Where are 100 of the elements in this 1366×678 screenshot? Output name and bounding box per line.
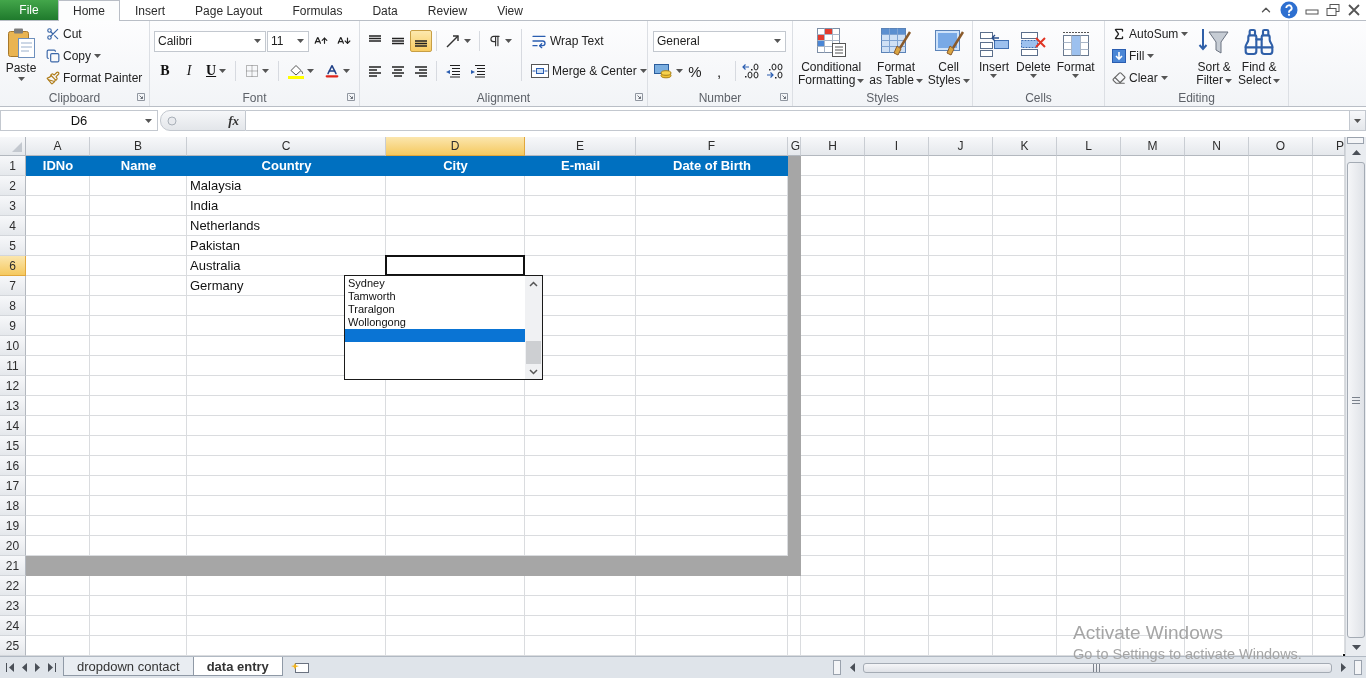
comma-button[interactable]: , (708, 60, 730, 82)
table-styles-button[interactable]: Format as Table (867, 23, 925, 89)
sort-filter-button[interactable]: Sort & Filter (1194, 23, 1235, 89)
scroll-up-icon[interactable] (1351, 150, 1361, 155)
scroll-right-icon[interactable] (1340, 663, 1346, 672)
ribbon-tab[interactable]: Page Layout (180, 0, 278, 21)
row-header[interactable]: 8 (0, 296, 26, 316)
row-header[interactable]: 3 (0, 196, 26, 216)
find-select-button[interactable]: Find & Select (1236, 23, 1283, 89)
scroll-thumb[interactable] (526, 341, 541, 364)
sheet-tab[interactable]: data entry (192, 657, 283, 676)
split-handle[interactable] (1347, 137, 1364, 144)
column-header[interactable]: C (187, 137, 386, 156)
sheet-tab[interactable]: dropdown contact (63, 657, 194, 676)
row-header[interactable]: 25 (0, 636, 26, 656)
row-header[interactable]: 1 (0, 156, 26, 176)
font-name-field[interactable]: Calibri (154, 30, 266, 52)
name-box[interactable]: D6 (0, 110, 158, 131)
restore-icon[interactable] (1326, 4, 1340, 16)
ribbon-tab[interactable]: Data (357, 0, 413, 21)
expand-formula-button[interactable] (1350, 110, 1366, 131)
row-header[interactable]: 18 (0, 496, 26, 516)
first-sheet-icon[interactable] (6, 662, 14, 672)
file-tab[interactable]: File (0, 0, 58, 20)
copy-button[interactable]: Copy (42, 45, 105, 67)
split-handle[interactable] (833, 660, 841, 675)
row-header[interactable]: 7 (0, 276, 26, 296)
row-header[interactable]: 16 (0, 456, 26, 476)
row-header[interactable]: 19 (0, 516, 26, 536)
dialog-launcher-icon[interactable] (780, 93, 788, 101)
column-header[interactable]: M (1121, 137, 1185, 156)
scroll-thumb[interactable] (1347, 162, 1365, 638)
column-header[interactable]: F (636, 137, 788, 156)
clear-button[interactable]: Clear (1108, 67, 1172, 89)
row-header[interactable]: 11 (0, 356, 26, 376)
ribbon-tab[interactable]: View (482, 0, 538, 21)
font-size-field[interactable]: 11 (267, 30, 309, 52)
percent-button[interactable]: % (684, 60, 706, 82)
column-header[interactable]: J (929, 137, 993, 156)
selected-cell[interactable] (385, 255, 525, 276)
scroll-down-icon[interactable] (1351, 645, 1361, 650)
next-sheet-icon[interactable] (35, 662, 40, 672)
column-header[interactable]: I (865, 137, 929, 156)
list-item[interactable]: Tamworth (345, 290, 525, 303)
column-header[interactable]: E (525, 137, 636, 156)
row-header[interactable]: 24 (0, 616, 26, 636)
format-cells-button[interactable]: Format (1054, 23, 1097, 89)
fill-button[interactable]: Fill (1108, 45, 1159, 67)
underline-button[interactable]: U (202, 60, 231, 82)
bold-button[interactable]: B (154, 60, 176, 82)
column-header[interactable]: A (26, 137, 90, 156)
wrap-text-button[interactable]: Wrap Text (527, 30, 608, 52)
row-header[interactable]: 4 (0, 216, 26, 236)
row-header[interactable]: 23 (0, 596, 26, 616)
column-header[interactable]: L (1057, 137, 1121, 156)
row-header[interactable]: 6 (0, 256, 26, 276)
column-header[interactable]: P (1313, 137, 1345, 156)
cut-button[interactable]: Cut (42, 23, 86, 45)
help-icon[interactable] (1280, 1, 1298, 19)
row-header[interactable]: 21 (0, 556, 26, 576)
insert-function-button[interactable]: fx (226, 112, 241, 129)
column-header[interactable]: D (386, 137, 525, 156)
last-sheet-icon[interactable] (48, 662, 56, 672)
paste-button[interactable]: Paste (4, 23, 38, 89)
row-header[interactable]: 10 (0, 336, 26, 356)
dialog-launcher-icon[interactable] (137, 93, 145, 101)
column-header[interactable]: B (90, 137, 187, 156)
ribbon-tab[interactable]: Home (58, 0, 120, 21)
list-item[interactable]: Wollongong (345, 316, 525, 329)
row-header[interactable]: 12 (0, 376, 26, 396)
vertical-scrollbar[interactable] (1345, 137, 1366, 656)
row-header[interactable]: 13 (0, 396, 26, 416)
insert-cells-button[interactable]: Insert (976, 23, 1012, 89)
ribbon-tab[interactable]: Review (412, 0, 483, 21)
ribbon-tab[interactable]: Insert (120, 0, 181, 21)
format-painter-button[interactable]: Format Painter (42, 67, 147, 89)
row-header[interactable]: 5 (0, 236, 26, 256)
align-bottom-button[interactable] (410, 30, 432, 52)
ribbon-tab[interactable]: Formulas (277, 0, 358, 21)
column-header[interactable]: H (801, 137, 865, 156)
scroll-left-icon[interactable] (849, 663, 855, 672)
split-handle[interactable] (1354, 660, 1362, 675)
row-header[interactable]: 15 (0, 436, 26, 456)
dialog-launcher-icon[interactable] (347, 93, 355, 101)
conditional-styles-button[interactable]: Conditional Formatting (796, 23, 867, 89)
merge-center-button[interactable]: Merge & Center (527, 60, 651, 82)
row-header[interactable]: 17 (0, 476, 26, 496)
autosum-button[interactable]: AutoSum (1108, 23, 1193, 45)
column-header[interactable]: G (788, 137, 801, 156)
list-item[interactable]: Sydney (345, 277, 525, 290)
column-header[interactable]: N (1185, 137, 1249, 156)
row-header[interactable]: 14 (0, 416, 26, 436)
list-item[interactable]: Traralgon (345, 303, 525, 316)
delete-cells-button[interactable]: Delete (1014, 23, 1053, 89)
row-header[interactable]: 9 (0, 316, 26, 336)
list-scrollbar[interactable] (525, 276, 542, 379)
column-header[interactable]: K (993, 137, 1057, 156)
row-header[interactable]: 22 (0, 576, 26, 596)
previous-sheet-icon[interactable] (22, 662, 27, 672)
scroll-thumb[interactable] (863, 662, 1332, 673)
